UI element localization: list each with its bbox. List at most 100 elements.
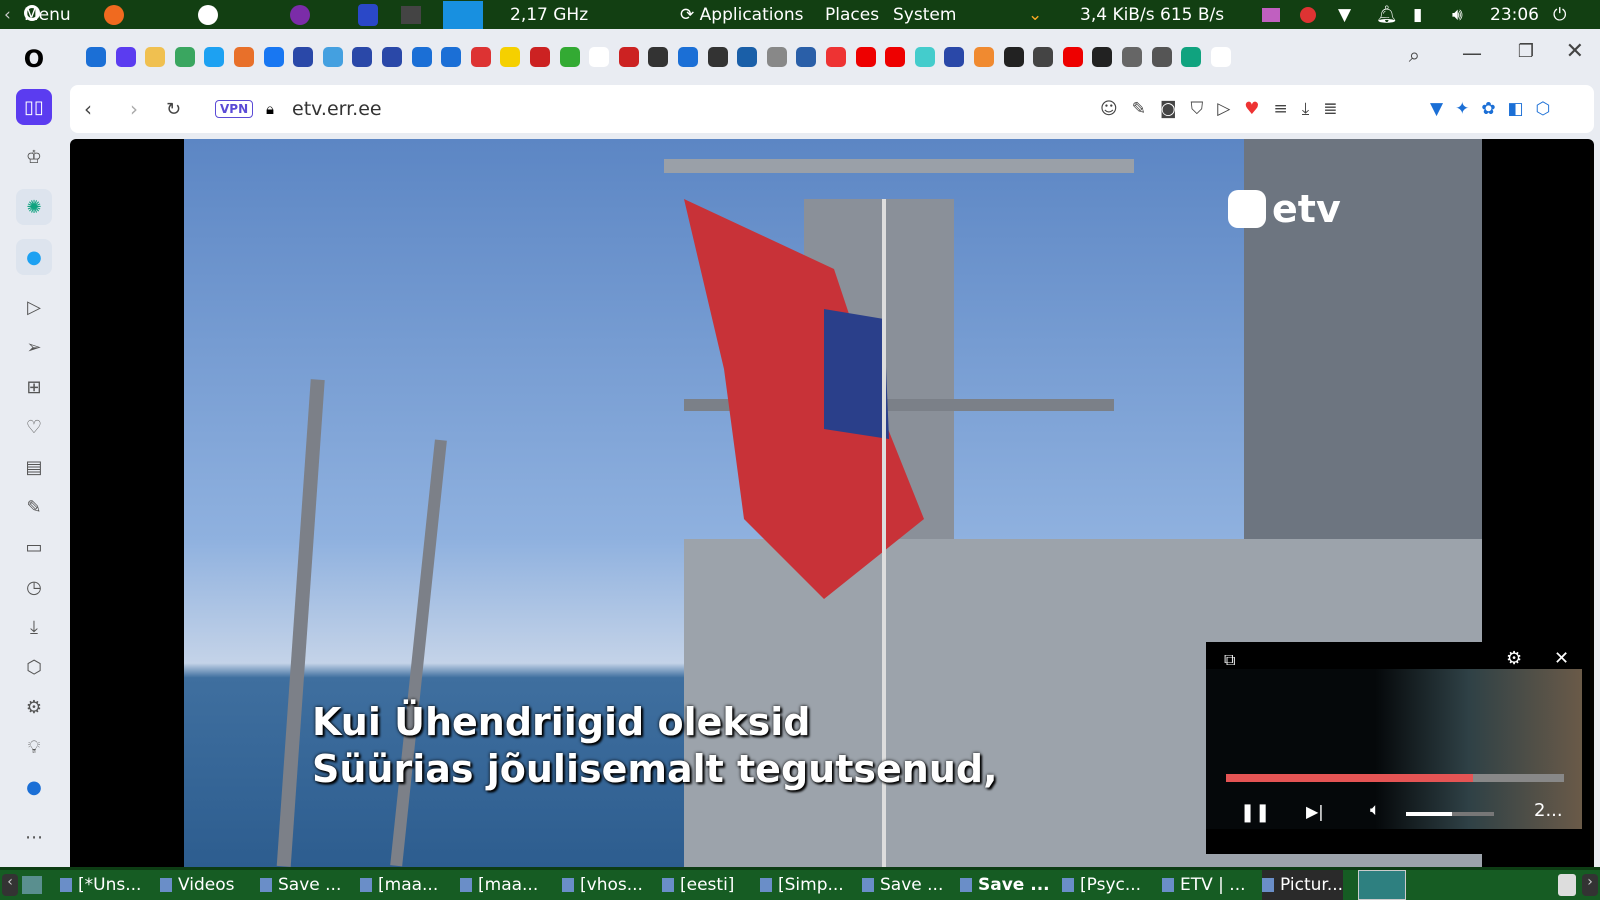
tab-2[interactable] bbox=[145, 47, 166, 67]
chatgpt-icon[interactable]: ✺ bbox=[16, 189, 52, 225]
vpn-badge[interactable]: VPN bbox=[215, 100, 254, 118]
tab-17[interactable] bbox=[589, 47, 610, 67]
terminal-icon[interactable] bbox=[401, 5, 421, 24]
history-icon[interactable]: ◷ bbox=[16, 569, 52, 605]
url-input[interactable]: etv.err.ee bbox=[292, 98, 382, 120]
pip-progress-bar[interactable] bbox=[1226, 774, 1564, 782]
tab-15[interactable] bbox=[530, 47, 550, 67]
pip-settings-icon[interactable]: ⚙ bbox=[1506, 648, 1522, 669]
taskbar-item[interactable]: ETV | ... bbox=[1162, 870, 1246, 900]
tab-10[interactable] bbox=[382, 47, 402, 67]
taskbar-item[interactable]: Save ... bbox=[960, 870, 1050, 900]
pip-next-icon[interactable]: ▶| bbox=[1306, 802, 1324, 821]
volume-icon[interactable]: 🔊︎ bbox=[1452, 5, 1463, 25]
tab-7[interactable] bbox=[293, 47, 314, 67]
tab-33[interactable] bbox=[1062, 47, 1083, 67]
player-icon[interactable]: ▷ bbox=[16, 289, 52, 325]
network-icon[interactable]: ▼ bbox=[1338, 5, 1351, 25]
tab-24[interactable] bbox=[796, 47, 817, 67]
tab-5[interactable] bbox=[234, 47, 254, 67]
back-button[interactable]: ‹ bbox=[84, 97, 92, 121]
taskbar-right-arrow[interactable]: › bbox=[1582, 874, 1598, 896]
places-menu[interactable]: Places bbox=[825, 5, 879, 25]
tab-22[interactable] bbox=[737, 47, 758, 67]
trash-icon[interactable] bbox=[1558, 874, 1576, 896]
show-desktop-button[interactable] bbox=[22, 876, 42, 894]
tab-18[interactable] bbox=[618, 47, 639, 67]
extension-icons[interactable]: ▼✦✿◧⬡ bbox=[1430, 99, 1562, 119]
taskbar-item[interactable]: [maa... bbox=[360, 870, 438, 900]
clock[interactable]: 23:06 bbox=[1490, 5, 1539, 25]
forward-button[interactable]: › bbox=[130, 97, 138, 121]
maximize-button[interactable]: ❐ bbox=[1518, 41, 1534, 62]
menu-button[interactable]: Menu bbox=[24, 4, 71, 25]
twitter-icon[interactable]: ● bbox=[16, 239, 52, 275]
tab-27[interactable] bbox=[885, 47, 906, 67]
extensions-icon[interactable]: ⬡ bbox=[16, 649, 52, 685]
search-tabs-icon[interactable]: ⌕ bbox=[1409, 43, 1420, 67]
tab-6[interactable] bbox=[263, 47, 284, 67]
tab-12[interactable] bbox=[441, 47, 462, 67]
firefox-icon[interactable] bbox=[104, 4, 124, 25]
pip-volume-slider[interactable] bbox=[1406, 812, 1494, 816]
settings-icon[interactable]: ⚙ bbox=[16, 689, 52, 725]
tab-32[interactable] bbox=[1033, 47, 1054, 67]
news-icon[interactable]: ▤ bbox=[16, 449, 52, 485]
taskbar-item[interactable]: Save ... bbox=[862, 870, 943, 900]
tab-13[interactable] bbox=[470, 47, 491, 67]
tab-25[interactable] bbox=[826, 47, 846, 67]
apps-icon[interactable]: ⊞ bbox=[16, 369, 52, 405]
pip-pause-icon[interactable]: ❚❚ bbox=[1240, 802, 1270, 823]
taskbar-left-arrow[interactable]: ‹ bbox=[2, 874, 18, 896]
tab-26[interactable] bbox=[855, 47, 876, 67]
tab-8[interactable] bbox=[322, 47, 343, 67]
downloads-icon[interactable]: ⤓ bbox=[16, 609, 52, 645]
panel-left-arrow[interactable]: ‹ bbox=[4, 5, 11, 25]
pen-icon[interactable]: ✎ bbox=[16, 489, 52, 525]
chat-icon[interactable]: ● bbox=[16, 769, 52, 805]
notification-icon[interactable]: 🔔︎ bbox=[1376, 5, 1398, 25]
tab-9[interactable] bbox=[352, 47, 373, 67]
pip-volume-icon[interactable]: 🔈︎ bbox=[1370, 800, 1380, 820]
taskbar-item[interactable]: [eesti] bbox=[662, 870, 734, 900]
tab-14[interactable] bbox=[500, 47, 521, 67]
heart-icon[interactable]: ♡ bbox=[16, 409, 52, 445]
tab-38[interactable] bbox=[1210, 47, 1231, 67]
battery-icon[interactable]: ▮ bbox=[1413, 5, 1422, 25]
indicator-icon[interactable] bbox=[1262, 7, 1280, 22]
power-icon[interactable]: ⏻ bbox=[1553, 5, 1566, 25]
taskbar-item[interactable]: Pictur... bbox=[1262, 870, 1344, 900]
tab-23[interactable] bbox=[766, 47, 787, 67]
pip-close-icon[interactable]: ✕ bbox=[1554, 648, 1569, 669]
close-button[interactable]: ✕ bbox=[1566, 39, 1584, 64]
tab-30[interactable] bbox=[974, 47, 994, 67]
accessibility-icon[interactable] bbox=[198, 4, 218, 25]
tab-34[interactable] bbox=[1092, 47, 1113, 67]
taskbar-active-window[interactable] bbox=[1358, 870, 1406, 900]
pip-back-to-tab-icon[interactable]: ⧉ bbox=[1224, 650, 1235, 670]
taskbar-item[interactable]: [vhos... bbox=[562, 870, 643, 900]
tab-29[interactable] bbox=[944, 47, 965, 67]
taskbar-item[interactable]: [Simp... bbox=[760, 870, 844, 900]
taskbar-item[interactable]: Save ... bbox=[260, 870, 341, 900]
toolbar-icons[interactable]: ☺✎◙⛉▷♥≡⤓≣ bbox=[1100, 99, 1352, 119]
more-icon[interactable]: ⋯ bbox=[16, 819, 52, 855]
tab-0[interactable] bbox=[86, 47, 106, 67]
tabs-icon[interactable]: ▭ bbox=[16, 529, 52, 565]
taskbar-item[interactable]: Videos bbox=[160, 870, 235, 900]
tab-31[interactable] bbox=[1003, 47, 1024, 67]
opera-logo-icon[interactable]: O bbox=[16, 41, 52, 77]
taskbar-item[interactable]: [Psyc... bbox=[1062, 870, 1141, 900]
tab-28[interactable] bbox=[914, 47, 935, 67]
system-menu[interactable]: System bbox=[893, 5, 956, 25]
minimize-button[interactable]: — bbox=[1462, 41, 1482, 65]
tab-4[interactable] bbox=[204, 47, 225, 67]
crown-icon[interactable]: ♔ bbox=[16, 139, 52, 175]
tab-36[interactable] bbox=[1151, 47, 1172, 67]
tab-1[interactable] bbox=[115, 47, 136, 67]
applications-menu[interactable]: ⟳ Applications bbox=[680, 5, 804, 25]
tab-21[interactable] bbox=[707, 47, 728, 67]
opera-launcher-icon[interactable] bbox=[358, 3, 378, 26]
tab-35[interactable] bbox=[1122, 47, 1142, 67]
send-icon[interactable]: ➢ bbox=[16, 329, 52, 365]
